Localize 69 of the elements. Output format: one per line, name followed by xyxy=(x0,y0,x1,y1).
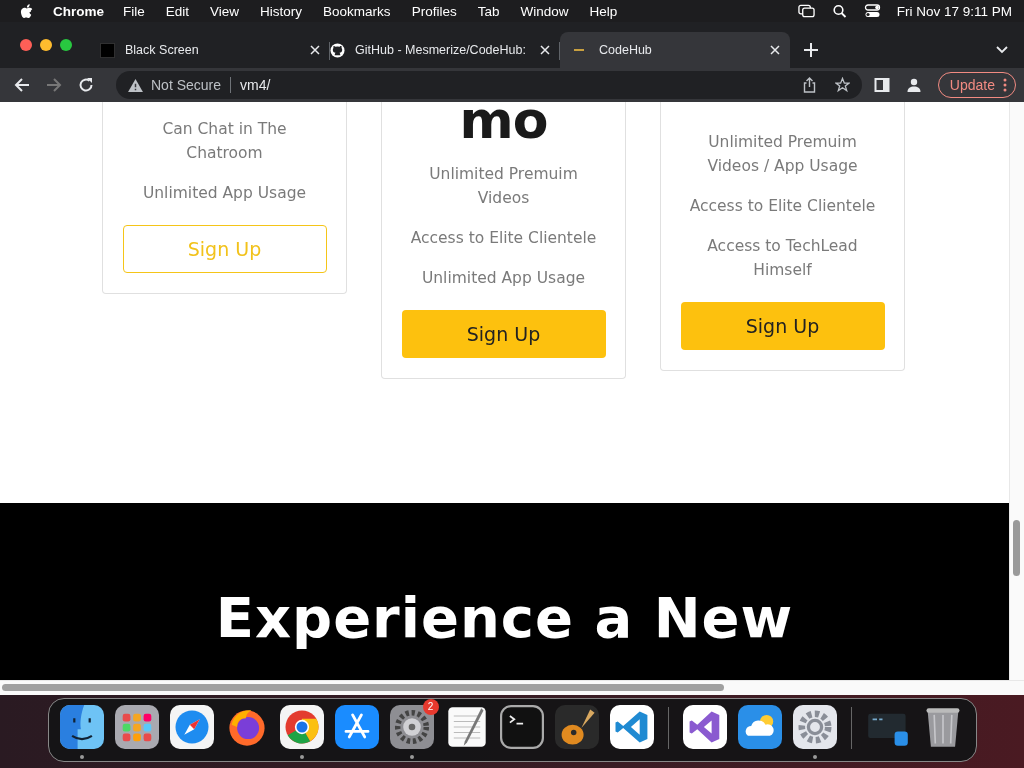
menu-item[interactable]: Profiles xyxy=(411,3,457,19)
menu-item[interactable]: File xyxy=(123,3,145,19)
profile-icon[interactable] xyxy=(905,77,922,93)
clock[interactable]: Fri Nov 17 9:11 PM xyxy=(896,3,1012,19)
running-dot xyxy=(409,755,414,759)
sign-up-button[interactable]: Sign Up xyxy=(680,302,885,350)
cloud-sun-icon[interactable] xyxy=(737,705,782,749)
sign-up-button[interactable]: Sign Up xyxy=(401,310,606,358)
feature-text: Access to Elite Clientele xyxy=(410,228,597,249)
chevron-down-icon[interactable] xyxy=(996,46,1008,54)
menu-item[interactable]: Edit xyxy=(165,3,190,19)
code-editor-icon[interactable] xyxy=(609,705,654,749)
close-icon[interactable] xyxy=(770,45,780,55)
square-icon xyxy=(100,42,115,58)
gear-icon[interactable] xyxy=(792,705,837,749)
guitar-icon[interactable] xyxy=(554,705,599,749)
star-icon[interactable] xyxy=(834,77,850,93)
close-window-button[interactable] xyxy=(20,39,32,51)
menu-item[interactable]: History xyxy=(260,3,303,19)
new-tab-icon[interactable] xyxy=(804,43,818,57)
side-panel-icon[interactable] xyxy=(873,77,890,93)
browser-tab[interactable]: Black Screen xyxy=(100,32,330,68)
launchpad-icon[interactable] xyxy=(114,705,159,749)
close-icon[interactable] xyxy=(540,45,550,55)
menu-item[interactable]: Bookmarks xyxy=(323,3,391,19)
feature-text: Unlimited App Usage xyxy=(421,268,586,289)
github-icon xyxy=(330,42,345,58)
feature-text: Access to Elite Clientele xyxy=(689,196,876,217)
dash-icon xyxy=(574,49,584,51)
menu-item[interactable]: Help xyxy=(589,3,618,19)
menu-app-name[interactable]: Chrome xyxy=(53,3,104,19)
apple-icon[interactable] xyxy=(20,3,33,19)
notification-badge: 2 xyxy=(422,699,439,715)
close-icon[interactable] xyxy=(310,45,320,55)
terminal-icon[interactable] xyxy=(499,705,544,749)
infinity-icon[interactable] xyxy=(682,705,727,749)
vertical-scrollbar[interactable] xyxy=(1009,102,1024,680)
warning-icon xyxy=(128,78,143,92)
minimize-window-button[interactable] xyxy=(40,39,52,51)
browser-tab[interactable]: CodeHub xyxy=(560,32,790,68)
menu-item[interactable]: View xyxy=(210,3,240,19)
feature-text: Unlimited App Usage xyxy=(142,183,307,204)
feature-text: Access to TechLead Himself xyxy=(706,236,859,281)
reload-icon[interactable] xyxy=(78,77,94,93)
feature-text: Can Chat in The Chatroom xyxy=(161,119,288,164)
windows-icon[interactable] xyxy=(797,4,815,18)
toggles-icon[interactable] xyxy=(863,4,881,18)
plan-heading: mo xyxy=(459,102,548,140)
back-icon[interactable] xyxy=(14,77,30,93)
compass-icon[interactable] xyxy=(169,705,214,749)
address-bar[interactable]: Not Secure vm4/ xyxy=(116,71,862,99)
more-icon xyxy=(1003,78,1007,92)
finder-icon[interactable] xyxy=(59,705,104,749)
running-dot xyxy=(79,755,84,759)
feature-text: Unlimited Premuim Videos xyxy=(428,164,579,209)
horizontal-scrollbar[interactable] xyxy=(0,680,1024,695)
banner-heading: Experience a New xyxy=(215,585,794,650)
chrome-icon[interactable] xyxy=(279,705,324,749)
search-icon[interactable] xyxy=(830,4,848,18)
browser-tab[interactable]: GitHub - Mesmerize/CodeHub: xyxy=(330,32,560,68)
menu-item[interactable]: Window xyxy=(520,3,569,19)
running-dot xyxy=(812,755,817,759)
running-dot xyxy=(299,755,304,759)
zoom-window-button[interactable] xyxy=(60,39,72,51)
forward-icon[interactable] xyxy=(46,77,62,93)
feature-text: Unlimited Premuim Videos / App Usage xyxy=(706,132,859,177)
app-store-icon[interactable] xyxy=(334,705,379,749)
share-icon[interactable] xyxy=(801,77,817,93)
menu-item[interactable]: Tab xyxy=(477,3,500,19)
